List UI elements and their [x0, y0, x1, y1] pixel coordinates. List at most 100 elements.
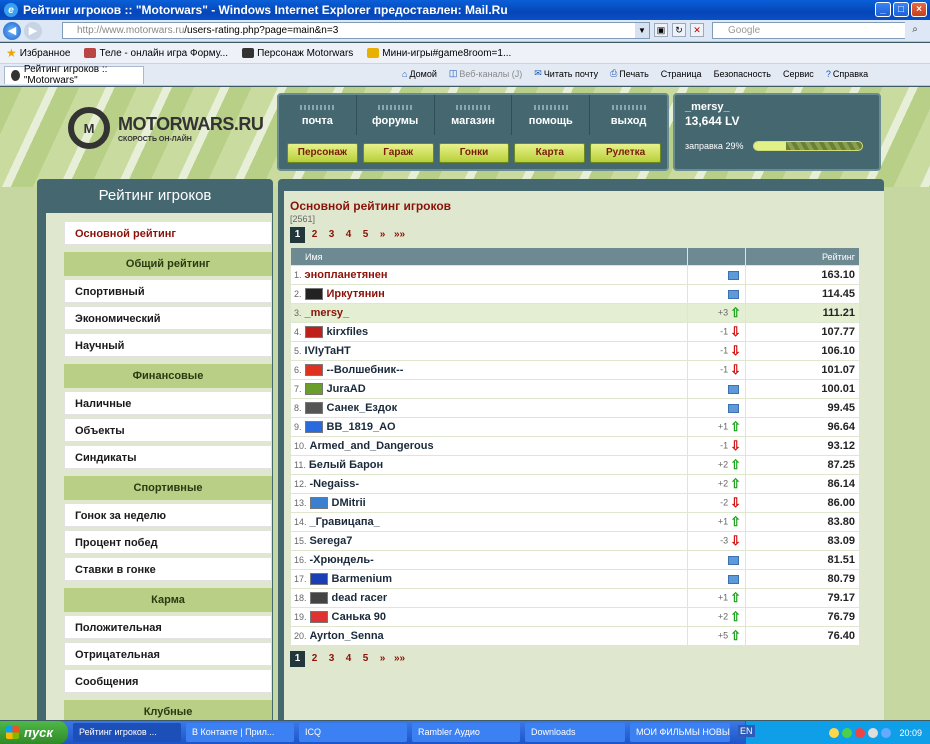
player-name-link[interactable]: Armed_and_Dangerous: [310, 440, 434, 452]
page-link[interactable]: 1: [290, 227, 305, 243]
cmd-tools[interactable]: Сервис: [783, 68, 814, 79]
stop-icon[interactable]: ✕: [690, 23, 704, 37]
player-name-link[interactable]: -Хрюндель-: [310, 554, 374, 566]
taskbar-item[interactable]: Рейтинг игроков ...: [73, 723, 181, 742]
page-link[interactable]: »»: [392, 651, 407, 667]
nav-help[interactable]: помощь: [512, 95, 591, 135]
home-icon: ⌂: [402, 68, 408, 79]
player-name-link[interactable]: энопланетянен: [305, 269, 388, 281]
table-row: 9. BB_1819_AO +1 ⇧ 96.64: [290, 417, 860, 437]
nav-shop[interactable]: магазин: [435, 95, 513, 135]
player-name-link[interactable]: -Negaiss-: [310, 478, 360, 490]
favorites-button[interactable]: ★ Избранное: [6, 46, 70, 60]
player-name-link[interactable]: JuraAD: [327, 383, 366, 395]
nav-logout[interactable]: выход: [590, 95, 667, 135]
cmd-security[interactable]: Безопасность: [714, 68, 771, 79]
sidebar-item[interactable]: Процент побед: [64, 530, 272, 554]
sidebar-item[interactable]: Синдикаты: [64, 445, 272, 469]
tray-icon[interactable]: [842, 727, 853, 738]
site-logo[interactable]: M MOTORWARS.RU СКОРОСТЬ ОН-ЛАЙН: [68, 107, 264, 149]
character-button[interactable]: Персонаж: [287, 143, 358, 163]
map-button[interactable]: Карта: [514, 143, 586, 163]
garage-button[interactable]: Гараж: [362, 143, 434, 163]
taskbar-item[interactable]: В Контакте | Прил...: [186, 723, 294, 742]
page-link[interactable]: 3: [324, 227, 339, 243]
address-bar[interactable]: http://www.motorwars.ru/users-rating.php…: [62, 22, 650, 39]
tray-icon[interactable]: [868, 727, 879, 738]
player-name-link[interactable]: Serega7: [310, 535, 353, 547]
close-button[interactable]: ×: [911, 2, 927, 17]
taskbar-item[interactable]: Rambler Аудио: [412, 723, 520, 742]
fav-link[interactable]: Теле - онлайн игра Форму...: [84, 48, 228, 59]
fav-link[interactable]: Мини-игры#game8room=1...: [367, 48, 511, 59]
search-input[interactable]: Google ⌕: [712, 22, 925, 39]
user-name[interactable]: _mersy_: [685, 101, 869, 113]
sidebar-item[interactable]: Отрицательная: [64, 642, 272, 666]
player-name-link[interactable]: BB_1819_AO: [327, 421, 396, 433]
sidebar-item[interactable]: Объекты: [64, 418, 272, 442]
refresh-icon[interactable]: ↻: [672, 23, 686, 37]
page-link[interactable]: »: [375, 651, 390, 667]
page-link[interactable]: 5: [358, 651, 373, 667]
player-name-link[interactable]: _Гравицапа_: [310, 516, 380, 528]
sidebar-item[interactable]: Положительная: [64, 615, 272, 639]
player-name-link[interactable]: --Волшебник--: [327, 364, 404, 376]
page-link[interactable]: »»: [392, 227, 407, 243]
page-link[interactable]: 1: [290, 651, 305, 667]
forward-icon[interactable]: ▶: [24, 21, 42, 40]
player-name-link[interactable]: Белый Барон: [309, 459, 383, 471]
language-indicator[interactable]: EN: [738, 725, 755, 737]
page-link[interactable]: 2: [307, 651, 322, 667]
page-link[interactable]: 5: [358, 227, 373, 243]
player-name-link[interactable]: dead racer: [332, 592, 388, 604]
minimize-button[interactable]: _: [875, 2, 891, 17]
sidebar-item[interactable]: Сообщения: [64, 669, 272, 693]
player-name-link[interactable]: Иркутянин: [327, 288, 385, 300]
start-button[interactable]: пуск: [0, 721, 68, 744]
sidebar-item-main-rating[interactable]: Основной рейтинг: [64, 221, 272, 245]
sidebar-item[interactable]: Ставки в гонке: [64, 557, 272, 581]
cmd-print[interactable]: ⎙ Печать: [610, 68, 649, 79]
page-link[interactable]: 4: [341, 651, 356, 667]
address-dropdown-icon[interactable]: ▼: [635, 23, 649, 38]
page-link[interactable]: 2: [307, 227, 322, 243]
sidebar-item[interactable]: Экономический: [64, 306, 272, 330]
player-name-link[interactable]: Санек_Ездок: [327, 402, 398, 414]
restore-button[interactable]: □: [893, 2, 909, 17]
cmd-feeds[interactable]: ◫ Веб-каналы (J): [449, 68, 522, 79]
nav-forums[interactable]: форумы: [357, 95, 435, 135]
player-name-link[interactable]: DMitrii: [332, 497, 366, 509]
cmd-home[interactable]: ⌂ Домой: [402, 68, 437, 79]
player-cell: 18. dead racer: [290, 588, 688, 608]
cmd-help[interactable]: ? Справка: [826, 68, 868, 79]
nav-mail[interactable]: почта: [279, 95, 357, 135]
taskbar-item[interactable]: ICQ: [299, 723, 407, 742]
cmd-mail[interactable]: ✉ Читать почту: [534, 68, 598, 79]
sidebar-item[interactable]: Спортивный: [64, 279, 272, 303]
sidebar-item[interactable]: Гонок за неделю: [64, 503, 272, 527]
player-name-link[interactable]: IVIyTaHT: [305, 345, 351, 357]
player-name-link[interactable]: Barmenium: [332, 573, 393, 585]
sidebar-item[interactable]: Наличные: [64, 391, 272, 415]
page-link[interactable]: 4: [341, 227, 356, 243]
fav-link[interactable]: Персонаж Motorwars: [242, 48, 353, 59]
sidebar-item[interactable]: Научный: [64, 333, 272, 357]
page-link[interactable]: 3: [324, 651, 339, 667]
races-button[interactable]: Гонки: [438, 143, 510, 163]
search-icon[interactable]: ⌕: [905, 22, 925, 39]
tab-current[interactable]: Рейтинг игроков :: "Motorwars": [4, 64, 144, 86]
tray-icon[interactable]: [829, 727, 840, 738]
compat-icon[interactable]: ▣: [654, 23, 668, 37]
tray-icon[interactable]: [881, 727, 892, 738]
taskbar-item[interactable]: МОИ ФИЛЬМЫ НОВЫЕ: [630, 723, 730, 742]
tray-icon[interactable]: [855, 727, 866, 738]
player-name-link[interactable]: kirxfiles: [327, 326, 369, 338]
player-name-link[interactable]: _mersy_: [305, 307, 350, 319]
taskbar-item[interactable]: Downloads: [525, 723, 625, 742]
page-link[interactable]: »: [375, 227, 390, 243]
roulette-button[interactable]: Рулетка: [590, 143, 661, 163]
back-icon[interactable]: ◀: [3, 21, 21, 40]
player-name-link[interactable]: Ayrton_Senna: [310, 630, 384, 642]
player-name-link[interactable]: Санька 90: [332, 611, 387, 623]
cmd-page[interactable]: Страница: [661, 68, 702, 79]
